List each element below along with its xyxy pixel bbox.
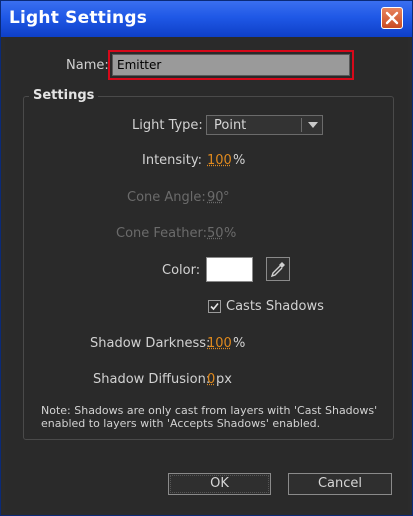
close-icon — [385, 11, 399, 25]
cancel-button[interactable]: Cancel — [288, 473, 392, 495]
cone-feather-unit: % — [224, 226, 237, 241]
shadow-darkness-unit: % — [233, 336, 246, 351]
name-label: Name: — [66, 58, 109, 73]
dialog-window: Light Settings Name: Emitter Settings Li… — [0, 0, 413, 516]
light-type-label: Light Type: — [132, 118, 203, 133]
checkmark-icon — [210, 302, 219, 311]
name-field[interactable]: Emitter — [112, 54, 350, 76]
cone-angle-value: 90 — [207, 190, 224, 205]
light-type-value: Point — [214, 118, 247, 133]
casts-shadows-checkbox[interactable] — [208, 300, 221, 313]
cone-feather-label: Cone Feather: — [116, 226, 207, 241]
select-divider — [301, 118, 302, 132]
shadow-diffusion-value[interactable]: 0 — [207, 372, 215, 387]
shadow-diffusion-label: Shadow Diffusion: — [93, 372, 211, 387]
light-type-select[interactable]: Point — [206, 115, 323, 135]
title-bar: Light Settings — [1, 1, 412, 37]
color-label: Color: — [162, 263, 201, 278]
close-button[interactable] — [381, 7, 403, 29]
shadow-diffusion-unit: px — [216, 372, 232, 387]
chevron-down-icon — [308, 122, 318, 128]
shadows-note: Note: Shadows are only cast from layers … — [41, 404, 378, 430]
casts-shadows-label: Casts Shadows — [226, 299, 324, 314]
eyedropper-button[interactable] — [266, 257, 290, 281]
shadow-darkness-value[interactable]: 100 — [207, 336, 232, 351]
eyedropper-icon — [270, 262, 285, 278]
window-title: Light Settings — [9, 8, 148, 28]
cone-angle-unit: ° — [223, 190, 230, 205]
intensity-value[interactable]: 100 — [207, 153, 232, 168]
settings-group-title: Settings — [29, 88, 99, 103]
shadow-darkness-label: Shadow Darkness: — [90, 336, 211, 351]
intensity-label: Intensity: — [142, 153, 203, 168]
cone-feather-value: 50 — [207, 226, 224, 241]
ok-button[interactable]: OK — [168, 473, 271, 495]
intensity-unit: % — [233, 153, 246, 168]
color-swatch[interactable] — [206, 257, 253, 282]
cone-angle-label: Cone Angle: — [127, 190, 206, 205]
